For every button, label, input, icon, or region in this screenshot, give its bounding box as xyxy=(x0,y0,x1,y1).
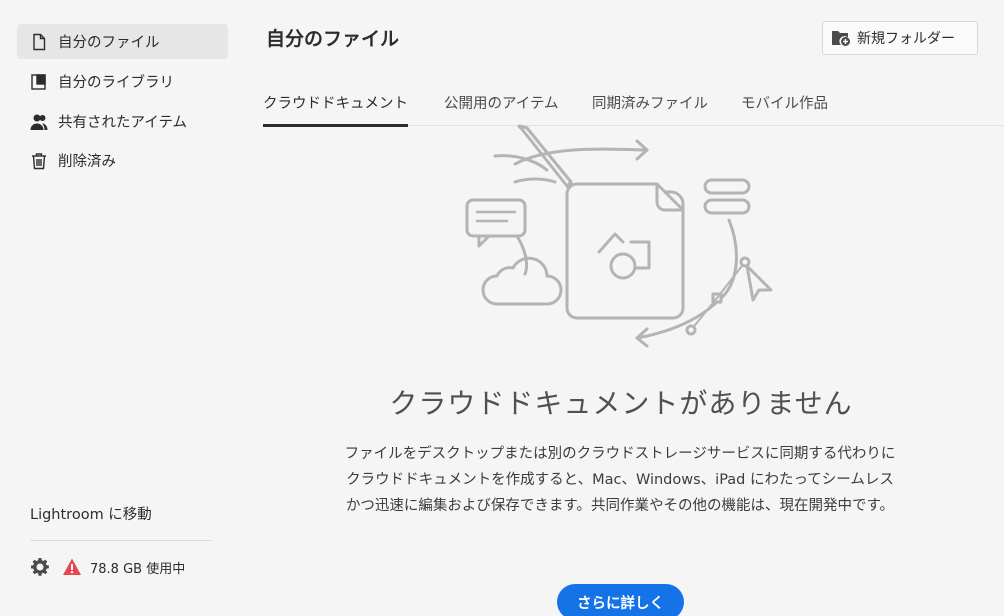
tab-mobile-creations[interactable]: モバイル作品 xyxy=(741,82,828,126)
new-folder-icon xyxy=(832,31,850,46)
sidebar-item-label: 削除済み xyxy=(58,154,116,170)
empty-state-description: ファイルをデスクトップまたは別のクラウドストレージサービスに同期する代わりにクラ… xyxy=(344,446,896,514)
gear-icon[interactable] xyxy=(30,557,50,577)
new-folder-button[interactable]: 新規フォルダー xyxy=(822,21,978,55)
storage-status: 78.8 GB 使用中 xyxy=(30,556,185,578)
shared-users-icon xyxy=(29,112,49,132)
sidebar-item-label: 共有されたアイテム xyxy=(58,115,188,131)
warning-icon xyxy=(63,558,81,575)
file-icon xyxy=(29,32,49,52)
cloud-documents-illustration xyxy=(465,124,773,348)
sidebar-item-label: 自分のファイル xyxy=(58,35,160,51)
sidebar-item-my-files[interactable]: 自分のファイル xyxy=(17,24,228,59)
empty-state-title: クラウドドキュメントがありません xyxy=(389,387,853,420)
sidebar-item-label: 自分のライブラリ xyxy=(58,75,174,91)
lightroom-link[interactable]: Lightroom に移動 xyxy=(30,503,152,524)
new-folder-label: 新規フォルダー xyxy=(857,31,955,47)
sidebar-item-deleted[interactable]: 削除済み xyxy=(17,143,228,178)
learn-more-button[interactable]: さらに詳しく xyxy=(557,584,684,616)
app-window: 自分のファイル 自分のライブラリ 共有されたアイテム 削除済み Lightroo… xyxy=(0,0,1004,616)
sidebar-divider xyxy=(30,540,212,541)
tab-cloud-documents[interactable]: クラウドドキュメント xyxy=(263,82,408,127)
page-title: 自分のファイル xyxy=(266,28,400,50)
library-icon xyxy=(29,72,49,92)
trash-icon xyxy=(29,151,49,171)
tab-published[interactable]: 公開用のアイテム xyxy=(444,82,559,126)
tab-bar: クラウドドキュメント 公開用のアイテム 同期済みファイル モバイル作品 xyxy=(263,82,1004,127)
sidebar-item-shared[interactable]: 共有されたアイテム xyxy=(17,104,228,139)
sidebar-item-my-library[interactable]: 自分のライブラリ xyxy=(17,64,228,99)
storage-usage-text: 78.8 GB 使用中 xyxy=(90,561,186,577)
sidebar: 自分のファイル 自分のライブラリ 共有されたアイテム 削除済み Lightroo… xyxy=(0,0,240,616)
tab-synced-files[interactable]: 同期済みファイル xyxy=(592,82,708,126)
